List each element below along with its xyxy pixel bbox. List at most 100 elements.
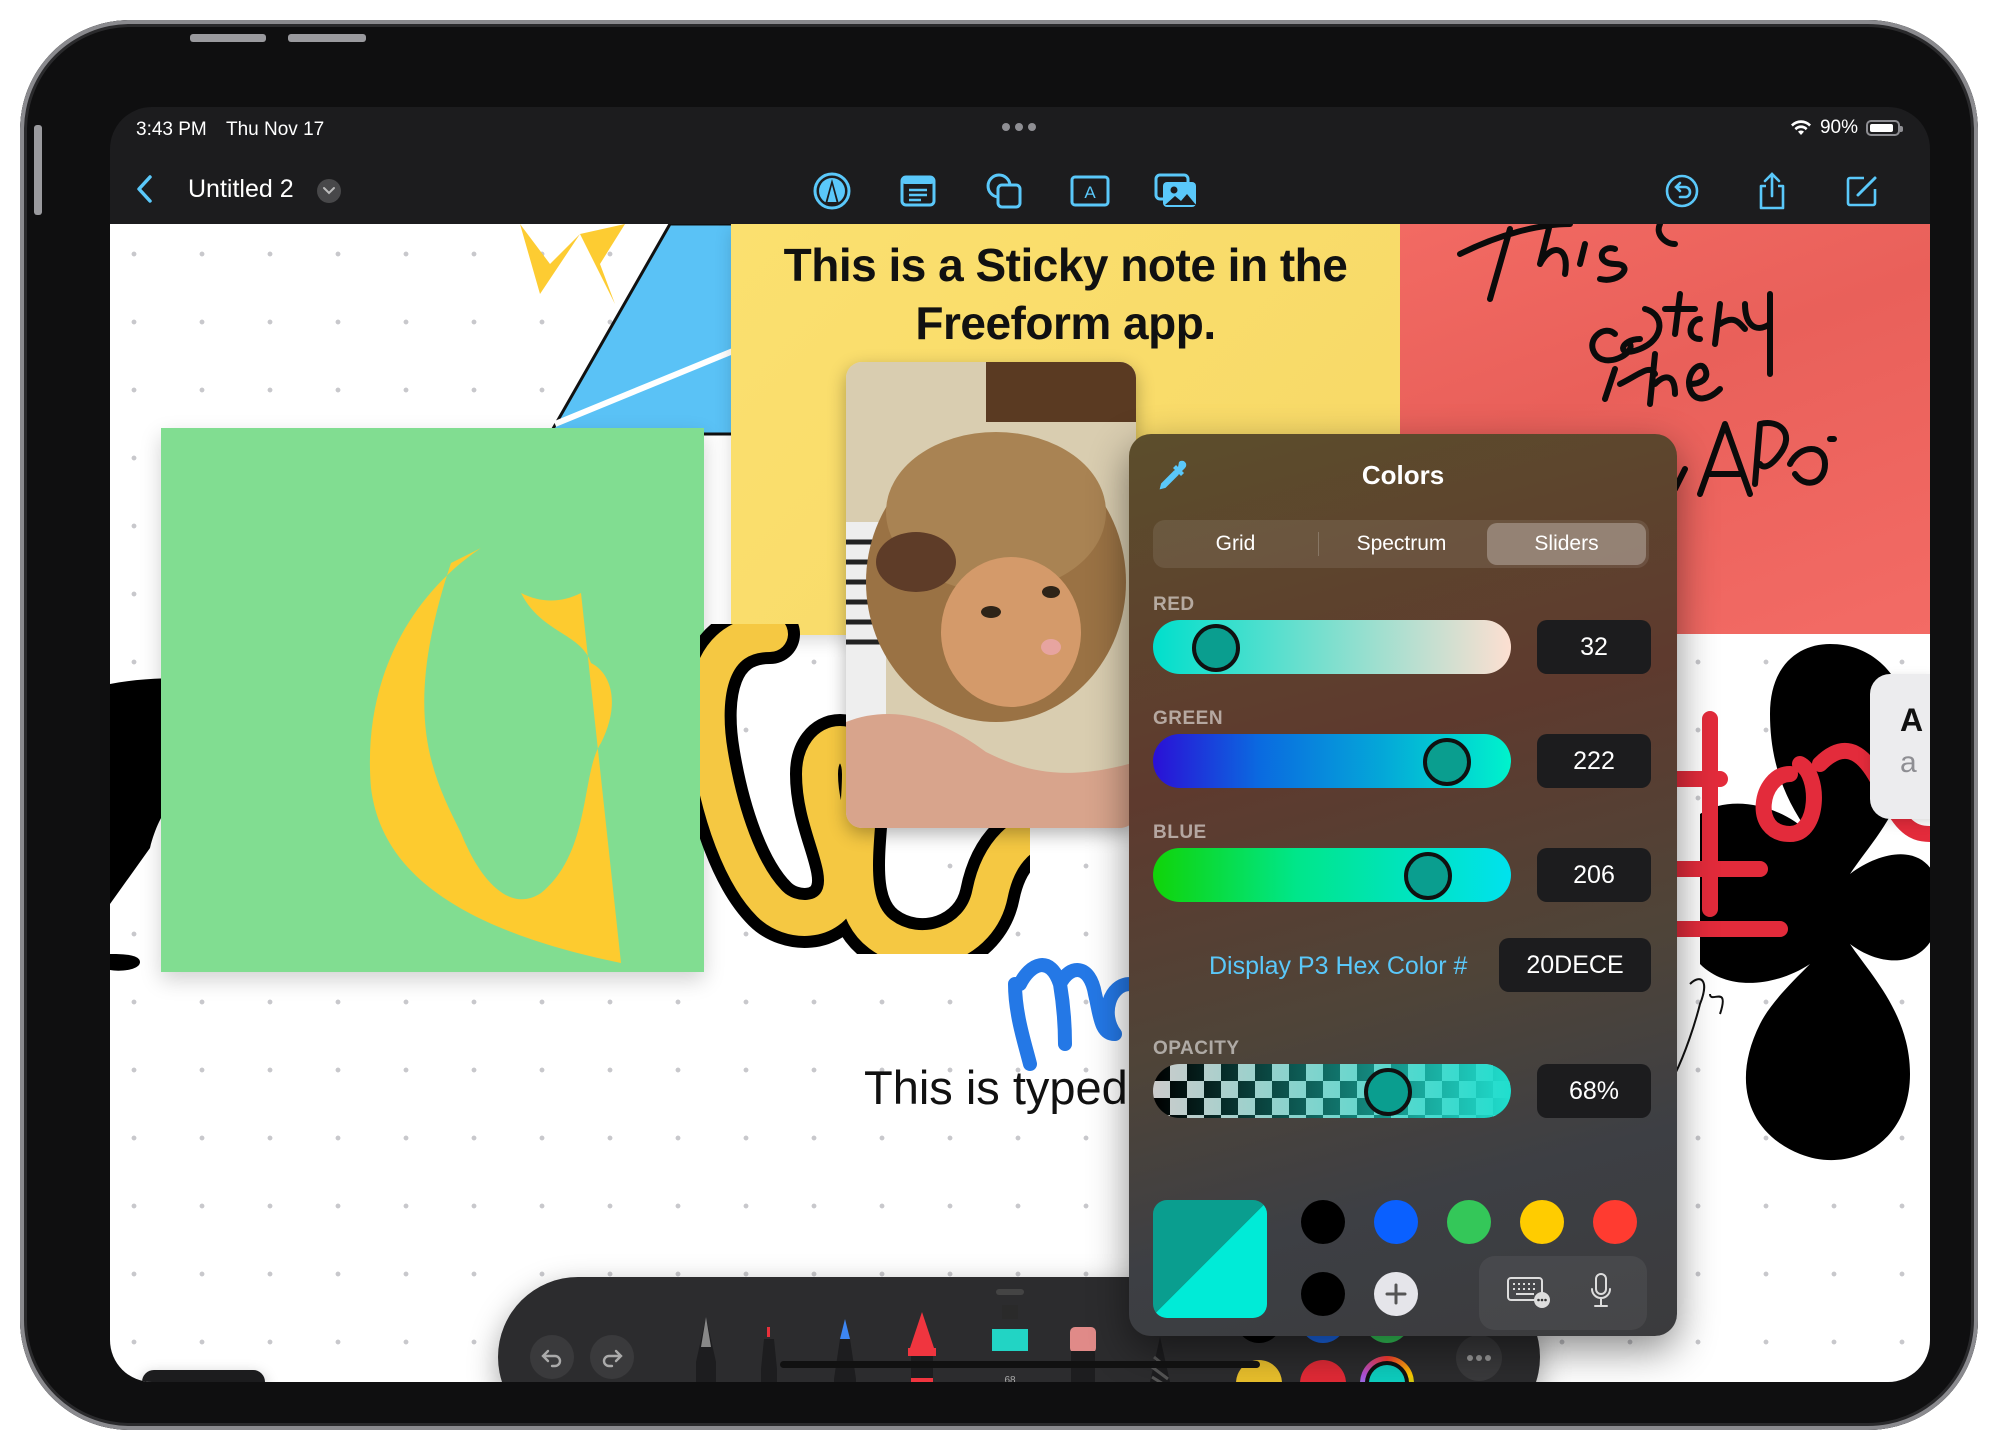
volume-button	[190, 34, 266, 42]
multitasking-dots[interactable]	[1002, 123, 1036, 131]
green-slider-thumb[interactable]	[1422, 738, 1471, 786]
opacity-slider-thumb[interactable]	[1363, 1068, 1412, 1116]
board-canvas[interactable]: This is a Sticky note in the Freeform ap…	[110, 224, 1930, 1382]
battery-percent: 90%	[1819, 117, 1858, 138]
svg-text:A: A	[1084, 183, 1096, 202]
compose-icon	[1846, 176, 1877, 207]
status-time: 3:43 PM	[136, 119, 207, 140]
tab-grid[interactable]: Grid	[1156, 523, 1315, 565]
tab-spectrum[interactable]: Spectrum	[1322, 523, 1481, 565]
top-button	[34, 125, 42, 215]
media-button[interactable]	[1154, 169, 1198, 213]
colors-popover: Colors Grid Spectrum Sliders RED 32 GREE…	[1129, 434, 1677, 1336]
compose-button[interactable]	[1840, 169, 1884, 213]
green-value-field[interactable]: 222	[1537, 734, 1651, 788]
hex-color-label: Display P3 Hex Color #	[1209, 952, 1468, 980]
red-value-field[interactable]: 32	[1537, 620, 1651, 674]
color-mode-segmented-control: Grid Spectrum Sliders	[1153, 520, 1649, 568]
input-accessory-tray	[1479, 1256, 1647, 1330]
blue-triangle-shape[interactable]	[550, 224, 750, 454]
text-box-button[interactable]: A	[1068, 169, 1112, 213]
opacity-label: OPACITY	[1153, 1038, 1240, 1059]
popover-title: Colors	[1361, 460, 1445, 490]
toolbar-color-red[interactable]	[1300, 1360, 1346, 1382]
paint-tube-tool[interactable]: 68	[988, 1289, 1032, 1382]
share-button[interactable]	[1750, 169, 1794, 213]
home-indicator[interactable]	[780, 1361, 1260, 1368]
microphone-icon	[1591, 1273, 1611, 1307]
eraser-tool[interactable]	[1068, 1327, 1098, 1382]
wifi-icon	[1790, 120, 1811, 135]
blue-handwriting[interactable]	[1000, 944, 1140, 1074]
crayon-icon	[908, 1312, 936, 1382]
red-slider-thumb[interactable]	[1191, 624, 1240, 672]
back-button[interactable]	[130, 171, 164, 207]
palette-color-blue[interactable]	[1374, 1200, 1418, 1244]
fineliner-icon	[761, 1327, 777, 1382]
share-icon	[1759, 172, 1785, 210]
fineliner-tool[interactable]	[755, 1327, 783, 1382]
keyboard-button[interactable]	[1507, 1276, 1551, 1313]
paint-tube-icon: 68	[992, 1289, 1028, 1382]
yellow-swirl-drawing	[369, 548, 621, 963]
current-color-swatch[interactable]	[1153, 1200, 1267, 1318]
photo-image	[846, 362, 1136, 828]
tab-sliders[interactable]: Sliders	[1487, 523, 1646, 565]
opacity-slider[interactable]	[1153, 1064, 1511, 1118]
status-bar: 3:43 PM Thu Nov 17 90%	[110, 107, 1930, 157]
palette-color-red[interactable]	[1593, 1200, 1637, 1244]
crayon-tool[interactable]	[906, 1312, 938, 1382]
marker-tool[interactable]	[831, 1319, 859, 1382]
marker-icon	[834, 1319, 856, 1382]
shapes-button[interactable]	[982, 169, 1026, 213]
undo-icon	[541, 1349, 562, 1368]
zoom-level-button[interactable]: 179%	[142, 1370, 265, 1382]
eraser-icon	[1070, 1327, 1096, 1382]
lasso-icon	[1150, 1337, 1170, 1382]
sticky-note-button[interactable]	[896, 169, 940, 213]
board-actions	[1660, 169, 1884, 213]
pencil-tool[interactable]: A	[693, 1317, 719, 1382]
board-title[interactable]: Untitled 2	[188, 175, 294, 204]
insert-tools: A	[810, 169, 1198, 213]
partial-card[interactable]: A a	[1870, 674, 1930, 819]
volume-button	[288, 34, 366, 42]
nav-bar: Untitled 2 A	[110, 157, 1930, 224]
undo-button[interactable]	[530, 1335, 574, 1379]
pencil-icon: A	[696, 1317, 716, 1382]
palette-color-yellow[interactable]	[1520, 1200, 1564, 1244]
partial-card-title: A	[1900, 702, 1924, 738]
green-slider[interactable]	[1153, 734, 1511, 788]
blue-slider-thumb[interactable]	[1404, 852, 1453, 900]
sticky-note-text: This is a Sticky note in the Freeform ap…	[783, 239, 1348, 349]
red-slider[interactable]	[1153, 620, 1511, 674]
shapes-icon	[986, 173, 1022, 209]
pen-tool-button[interactable]	[810, 169, 854, 213]
blue-slider[interactable]	[1153, 848, 1511, 902]
hex-color-field[interactable]: 20DECE	[1499, 938, 1651, 992]
palette-color-black[interactable]	[1301, 1200, 1345, 1244]
red-slider-label: RED	[1153, 594, 1195, 615]
chevron-left-icon	[137, 175, 152, 203]
history-button[interactable]	[1660, 169, 1704, 213]
palette-color-green[interactable]	[1447, 1200, 1491, 1244]
opacity-value-field[interactable]: 68%	[1537, 1064, 1651, 1118]
status-indicators: 90%	[1790, 117, 1903, 139]
blue-value-field[interactable]: 206	[1537, 848, 1651, 902]
title-menu-button[interactable]	[317, 179, 341, 203]
green-shape-card[interactable]	[161, 428, 704, 972]
green-slider-label: GREEN	[1153, 708, 1224, 729]
microphone-button[interactable]	[1589, 1272, 1613, 1315]
more-button[interactable]	[1456, 1335, 1502, 1381]
lasso-tool[interactable]	[1146, 1337, 1174, 1382]
partial-card-subtitle: a	[1900, 746, 1917, 779]
plus-icon	[1385, 1283, 1407, 1305]
redo-button[interactable]	[590, 1335, 634, 1379]
battery-icon	[1866, 120, 1903, 136]
screen: 3:43 PM Thu Nov 17 90% Untitled 2 A This…	[110, 107, 1930, 1382]
add-color-button[interactable]	[1374, 1272, 1418, 1316]
toolbar-color-picker-selected[interactable]	[1360, 1356, 1414, 1382]
palette-color-black-2[interactable]	[1301, 1272, 1345, 1316]
cat-photo[interactable]	[846, 362, 1136, 828]
blue-slider-label: BLUE	[1153, 822, 1207, 843]
